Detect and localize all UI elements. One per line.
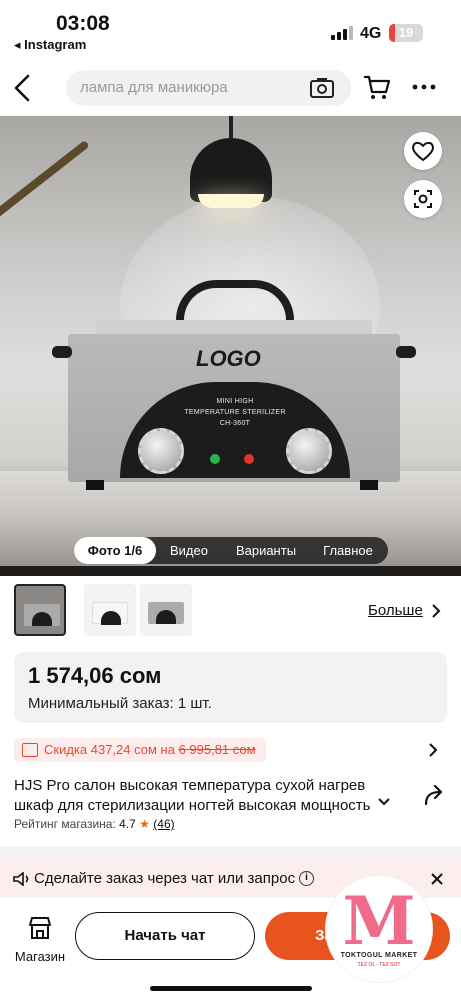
status-bar: 03:08 ◂ Instagram 4G 19 — [0, 0, 461, 58]
battery-level: 19 — [398, 25, 414, 40]
store-label: Магазин — [14, 949, 66, 964]
store-button[interactable]: Магазин — [12, 916, 68, 964]
heart-icon — [412, 141, 434, 161]
tab-variants[interactable]: Варианты — [226, 537, 306, 564]
side-handle-right — [396, 346, 416, 358]
watermark-slogan: TEZ OL - TEZ SOT — [357, 962, 401, 968]
more-label: Больше — [368, 602, 423, 619]
rating-label: Рейтинг магазина: — [14, 817, 120, 831]
chevron-right-icon — [432, 604, 441, 618]
cart-icon — [363, 75, 391, 99]
image-scan-icon — [414, 190, 432, 208]
signal-icon — [331, 26, 353, 40]
chevron-down-icon[interactable] — [377, 797, 391, 807]
product-price: 1 574,06 сом — [28, 663, 162, 688]
product-title-line1: HJS Pro салон высокая температура сухой … — [14, 777, 366, 794]
camera-search-icon[interactable] — [309, 76, 335, 100]
product-title-line2: шкаф для стерилизации ногтей высокая мощ… — [14, 797, 371, 814]
product-image-gallery[interactable]: LOGO MINI HIGH TEMPERATURE STERILIZER CH… — [0, 116, 461, 576]
gallery-tabs: Фото 1/6 Видео Варианты Главное — [74, 537, 388, 564]
panel-line2: TEMPERATURE STERILIZER — [184, 409, 286, 416]
discount-badge[interactable]: Скидка 437,24 сом на 6 995,81 сом — [14, 738, 266, 762]
speaker-icon — [13, 872, 29, 886]
home-indicator[interactable] — [150, 986, 312, 991]
store-rating: Рейтинг магазина: 4.7 ★ (46) — [14, 817, 175, 831]
share-icon — [424, 784, 443, 806]
battery-icon: 19 — [389, 24, 423, 42]
sterilizer-product: LOGO MINI HIGH TEMPERATURE STERILIZER CH… — [52, 280, 416, 490]
tab-video[interactable]: Видео — [158, 537, 220, 564]
chat-banner-text: Сделайте заказ через чат или запрос — [34, 870, 296, 887]
product-title: HJS Pro салон высокая температура сухой … — [14, 776, 394, 816]
minimum-order: Минимальный заказ: 1 шт. — [28, 695, 212, 712]
coupon-icon — [22, 743, 38, 757]
tab-highlights[interactable]: Главное — [310, 537, 386, 564]
green-indicator — [210, 454, 220, 464]
favorite-button[interactable] — [404, 132, 442, 170]
back-arrow-icon — [14, 74, 30, 102]
watermark-letter: M — [342, 882, 416, 960]
lamp-arm — [0, 139, 90, 221]
timer-knob — [138, 428, 184, 474]
image-search-button[interactable] — [404, 180, 442, 218]
device-foot-right — [360, 480, 378, 490]
close-icon[interactable] — [429, 871, 445, 887]
share-button[interactable] — [420, 782, 448, 808]
thumbnail[interactable] — [14, 584, 66, 636]
discount-text: Скидка 437,24 сом на — [44, 742, 179, 757]
device-foot-left — [86, 480, 104, 490]
chevron-right-icon[interactable] — [428, 742, 438, 758]
network-type: 4G — [360, 25, 382, 42]
cart-button[interactable] — [362, 72, 392, 102]
more-dots-icon — [412, 84, 436, 90]
panel-model: CH-360T — [219, 420, 251, 427]
discount-threshold: 6 995,81 сом — [178, 742, 256, 757]
lamp-bulb — [198, 194, 264, 208]
section-divider — [0, 846, 461, 860]
store-icon — [29, 917, 51, 939]
star-icon: ★ — [139, 817, 150, 831]
info-icon[interactable]: i — [299, 871, 314, 886]
watermark-name: TOKTOGUL MARKET — [340, 952, 418, 959]
rating-value: 4.7 — [119, 817, 136, 831]
red-indicator — [244, 454, 254, 464]
search-placeholder: лампа для маникюра — [80, 79, 228, 96]
thumbnail[interactable] — [140, 584, 192, 636]
back-button[interactable] — [8, 70, 40, 106]
tab-photo[interactable]: Фото 1/6 — [74, 537, 156, 564]
price-card: 1 574,06 сом Минимальный заказ: 1 шт. — [14, 652, 447, 723]
back-to-app-link[interactable]: ◂ Instagram — [14, 37, 86, 53]
side-handle-left — [52, 346, 72, 358]
table-edge — [0, 566, 461, 576]
shop-watermark-logo: M TOKTOGUL MARKET TEZ OL - TEZ SOT — [326, 876, 432, 982]
more-options-button[interactable] — [408, 72, 440, 102]
device-logo: LOGO — [196, 346, 261, 371]
search-bar[interactable]: лампа для маникюра — [66, 70, 351, 106]
thumbnail[interactable] — [84, 584, 136, 636]
temperature-knob — [286, 428, 332, 474]
lamp-shade — [190, 138, 272, 202]
rating-count-link[interactable]: (46) — [153, 817, 174, 831]
status-time: 03:08 — [56, 12, 110, 35]
panel-line1: MINI HIGH — [216, 398, 254, 405]
top-nav: лампа для маникюра — [0, 58, 461, 116]
more-variants-link[interactable]: Больше — [368, 602, 423, 619]
start-chat-button[interactable]: Начать чат — [75, 912, 255, 960]
